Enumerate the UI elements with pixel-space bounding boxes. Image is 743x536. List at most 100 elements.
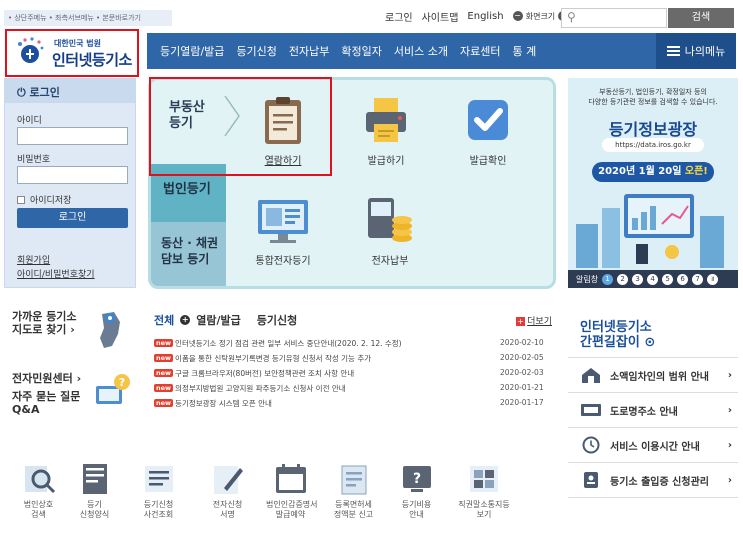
login-header: ⏻ 로그인	[5, 79, 135, 103]
nav-item-service-intro[interactable]: 서비스 소개	[382, 43, 448, 59]
new-badge: new	[154, 354, 174, 362]
pager-1[interactable]: 1	[602, 273, 614, 285]
nav-item-fixed-date[interactable]: 확정일자	[329, 43, 381, 59]
login-link[interactable]: 로그인	[385, 9, 413, 24]
house-icon	[582, 368, 600, 383]
pager-5[interactable]: 5	[662, 273, 674, 285]
nav-item-view-issue[interactable]: 등기열람/발급	[147, 43, 224, 59]
notice-item[interactable]: new 인터넷등기소 정기 점검 관련 일부 서비스 중단안내(2020. 2. …	[154, 338, 552, 353]
quick-link-service-hours[interactable]: 서비스 이용시간 안내 ›	[568, 428, 738, 463]
issue-tile[interactable]: 발급하기	[351, 94, 421, 167]
e-center-link[interactable]: 전자민원센터 ›	[12, 372, 81, 385]
find-account-link[interactable]: 아이디/비밀번호찾기	[17, 267, 95, 280]
tab-apply[interactable]: 등기신청	[257, 312, 297, 328]
sitemap-link[interactable]: 사이트맵	[422, 9, 459, 24]
skip-links[interactable]: • 상단주메뉴 • 좌측서브메뉴 • 본문바로가기	[4, 10, 172, 26]
new-badge: new	[154, 399, 174, 407]
office-finder-line-2: 지도로 찾기	[12, 323, 67, 336]
pager-2[interactable]: 2	[617, 273, 629, 285]
join-link[interactable]: 회원가입	[17, 253, 50, 266]
nav-item-stats[interactable]: 통 계	[500, 43, 536, 59]
id-label: 아이디	[17, 116, 42, 126]
nav-item-apply[interactable]: 등기신청	[224, 43, 276, 59]
tab-corporate-label: 법인등기	[163, 182, 211, 197]
nav-item-epay[interactable]: 전자납부	[277, 43, 329, 59]
shortcut-case-search[interactable]: 등기신청 사건조회	[134, 462, 183, 520]
quick-link-tenant[interactable]: 소액임차인의 범위 안내 ›	[568, 358, 738, 393]
pager-4[interactable]: 4	[647, 273, 659, 285]
notice-tabs: 전체 + 열람/발급 등기신청	[154, 312, 552, 328]
service-icon-bar: 법인상호 검색 등기 신청양식 등기신청 사건조회 전자신청 서명 법인인감증명…	[14, 462, 559, 520]
shortcut-label: 전자신청 서명	[212, 500, 243, 519]
zoom-label: 화면크기	[525, 12, 556, 21]
quick-link-road-address[interactable]: 도로명주소 안내 ›	[568, 393, 738, 428]
magnifier-icon	[24, 466, 55, 494]
search-icon: ⚲	[567, 10, 576, 24]
notice-title: 등기정보광장 시스템 오픈 안내	[175, 399, 272, 408]
banner-line-2: 다양한 등기관련 정보를 검색할 수 있습니다.	[588, 98, 718, 106]
new-badge: new	[154, 384, 174, 392]
confirm-tile[interactable]: 발급확인	[453, 94, 523, 167]
shortcut-forms[interactable]: 등기 신청양식	[70, 462, 119, 520]
banner-pager: 알림창 1 2 3 4 5 6 7 ॥	[568, 270, 738, 288]
plus-icon[interactable]: +	[180, 315, 191, 325]
shortcut-license-tax[interactable]: 등록면허세 정액분 신고	[329, 462, 378, 520]
more-link[interactable]: + 더보기	[516, 314, 552, 327]
e-apply-tile[interactable]: 통합전자등기	[243, 194, 323, 267]
quick-link-tenant-label: 소액임차인의 범위 안내	[610, 371, 709, 383]
power-icon: ⏻	[17, 86, 26, 99]
notice-item[interactable]: new 구글 크롬브라우저(80버전) 보안정책관련 조치 사항 안내 2020-0…	[154, 368, 552, 383]
office-finder-link[interactable]: 가까운 등기소 지도로 찾기 ›	[12, 310, 77, 336]
notice-board: 전체 + 열람/발급 등기신청 + 더보기 new 인터넷등기소 정기 점검 관련 …	[154, 312, 552, 413]
pager-3[interactable]: 3	[632, 273, 644, 285]
notice-item[interactable]: new 이폼을 통한 신탁원부기록변경 등기유형 신청서 작성 기능 추가 2020…	[154, 353, 552, 368]
notice-title: 이폼을 통한 신탁원부기록변경 등기유형 신청서 작성 기능 추가	[175, 354, 372, 363]
password-input[interactable]	[17, 166, 128, 184]
e-pay-tile[interactable]: 전자납부	[355, 194, 425, 267]
badge-icon	[584, 472, 598, 488]
banner-title: 등기정보광장	[608, 120, 698, 139]
issue-label: 발급하기	[367, 156, 405, 167]
faq-link[interactable]: 자주 묻는 질문 Q&A	[12, 390, 80, 416]
my-menu-button[interactable]: 나의메뉴	[656, 33, 736, 69]
id-input[interactable]	[17, 127, 128, 145]
pause-icon[interactable]: ॥	[707, 273, 719, 285]
nav-item-resources[interactable]: 자료센터	[448, 43, 500, 59]
shortcut-label: 법인상호 검색	[23, 500, 54, 519]
easy-guide-line-1: 인터넷등기소	[580, 320, 652, 335]
login-button[interactable]: 로그인	[17, 208, 128, 228]
notice-item[interactable]: new 등기정보광장 시스템 오픈 안내 2020-01-17	[154, 398, 552, 413]
city-illustration-icon	[576, 194, 724, 268]
new-badge: new	[154, 339, 174, 347]
easy-guide-link[interactable]: 인터넷등기소 간편길잡이 ⊙	[568, 306, 738, 358]
tab-view-issue[interactable]: 열람/발급	[196, 312, 241, 328]
shortcut-e-sign[interactable]: 전자신청 서명	[203, 462, 252, 520]
shortcut-fee-guide[interactable]: ? 등기비용 안내	[392, 462, 441, 520]
monitor-icon	[258, 200, 308, 243]
notice-title: 의정부지방법원 고양지원 파주등기소 신청사 이전 안내	[175, 384, 346, 393]
search-input[interactable]: ⚲	[561, 8, 667, 28]
notice-item[interactable]: new 의정부지방법원 고양지원 파주등기소 신청사 이전 안내 2020-01-2…	[154, 383, 552, 398]
search-button[interactable]: 검색	[668, 8, 734, 28]
shortcut-label: 등기비용 안내	[401, 500, 432, 519]
pager-6[interactable]: 6	[677, 273, 689, 285]
tab-movable[interactable]: 동산 · 채권 담보 등기	[151, 222, 226, 286]
shortcut-seal-reservation[interactable]: 법인인감증명서 발급예약	[266, 462, 318, 520]
quick-link-access-card[interactable]: 등기소 출입증 신청관리 ›	[568, 463, 738, 498]
svg-text:?: ?	[119, 376, 125, 389]
english-link[interactable]: English	[467, 11, 503, 22]
faq-line-1: 자주 묻는 질문	[12, 390, 81, 403]
banner-date: 2020년 1월 20일 오픈!	[592, 162, 714, 182]
tab-all[interactable]: 전체	[154, 312, 174, 328]
zoom-out-icon[interactable]: −	[512, 11, 523, 21]
korea-map-icon	[100, 312, 120, 348]
case-list-icon	[144, 466, 173, 492]
banner-date-text: 2020년 1월 20일	[598, 166, 682, 177]
checkmark-icon	[468, 100, 508, 140]
save-id-checkbox[interactable]: 아이디저장	[17, 193, 71, 206]
promo-banner[interactable]: 부동산등기, 법인등기, 확정일자 등의 다양한 등기관련 정보를 검색할 수 …	[568, 78, 738, 288]
pager-7[interactable]: 7	[692, 273, 704, 285]
help-screen-icon: ?	[402, 466, 431, 492]
shortcut-cancellation-notice[interactable]: 직권말소통지등 보기	[455, 462, 513, 520]
shortcut-corp-name-search[interactable]: 법인상호 검색	[14, 462, 63, 520]
